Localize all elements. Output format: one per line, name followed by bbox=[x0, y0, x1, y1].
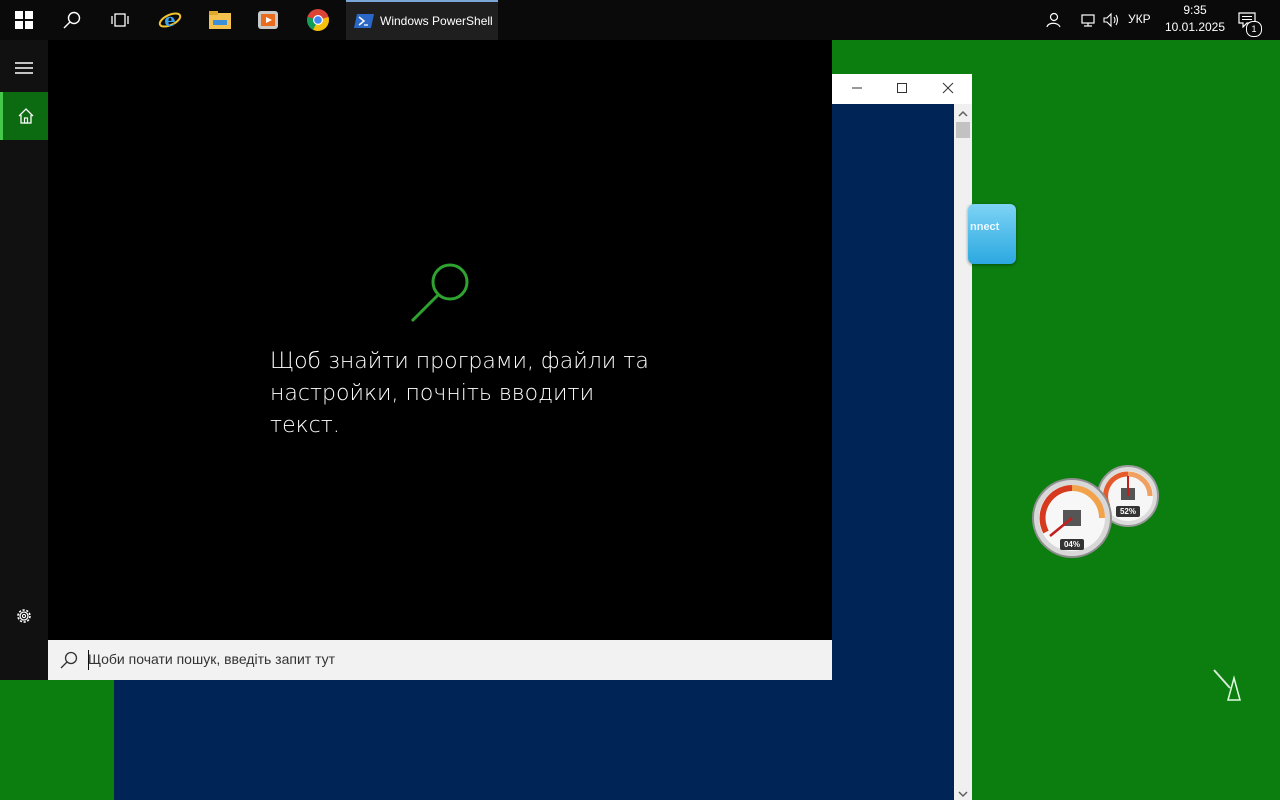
start-button[interactable] bbox=[0, 0, 48, 40]
start-menu-rail bbox=[0, 40, 48, 680]
close-icon bbox=[942, 82, 954, 94]
scrollbar-thumb[interactable] bbox=[956, 122, 970, 138]
task-view-icon bbox=[111, 13, 129, 27]
task-view-button[interactable] bbox=[96, 0, 144, 40]
settings-button[interactable] bbox=[0, 592, 48, 640]
connect-widget-label: nnect bbox=[970, 221, 1000, 233]
file-explorer-icon bbox=[209, 11, 231, 29]
chrome-icon bbox=[307, 9, 329, 31]
home-button[interactable] bbox=[0, 92, 48, 140]
search-input[interactable]: Щоби почати пошук, введіть запит тут bbox=[88, 651, 335, 667]
search-hint-text: Щоб знайти програми, файли та настройки,… bbox=[270, 349, 649, 438]
system-gauges-gadget[interactable]: 52% 04% bbox=[1030, 462, 1160, 562]
search-icon bbox=[63, 11, 81, 29]
taskbar-app-label: Windows PowerShell bbox=[380, 14, 493, 28]
close-button[interactable] bbox=[928, 76, 968, 100]
cpu-gauge-label: 04% bbox=[1064, 540, 1080, 549]
minimize-icon bbox=[852, 87, 862, 89]
cpu-gauge: 04% bbox=[1032, 478, 1112, 558]
chrome-button[interactable] bbox=[294, 0, 342, 40]
taskbar-search-button[interactable] bbox=[48, 0, 96, 40]
expand-menu-button[interactable] bbox=[0, 44, 48, 92]
home-icon bbox=[18, 108, 33, 124]
taskbar: e Windows PowerShell УКР 9:35 10.01.2025… bbox=[0, 0, 1280, 40]
people-button[interactable] bbox=[1040, 0, 1066, 40]
internet-explorer-icon: e bbox=[158, 10, 182, 31]
file-explorer-button[interactable] bbox=[196, 0, 244, 40]
windows-logo-icon bbox=[15, 11, 33, 29]
clock-date: 10.01.2025 bbox=[1164, 20, 1226, 34]
media-player-icon bbox=[258, 11, 278, 29]
clock[interactable]: 9:35 10.01.2025 bbox=[1162, 2, 1228, 36]
hamburger-icon bbox=[15, 62, 33, 74]
network-button[interactable] bbox=[1078, 0, 1100, 40]
connect-widget[interactable]: nnect bbox=[968, 204, 1016, 264]
input-language-indicator[interactable]: УКР bbox=[1128, 12, 1151, 26]
svg-text:e: e bbox=[164, 10, 175, 31]
search-icon bbox=[60, 651, 78, 669]
maximize-icon bbox=[897, 83, 907, 93]
search-results-pane: Щоб знайти програми, файли та настройки,… bbox=[48, 40, 832, 640]
powershell-icon bbox=[354, 14, 374, 28]
volume-icon bbox=[1103, 12, 1119, 28]
memory-gauge-label: 52% bbox=[1120, 507, 1136, 516]
volume-button[interactable] bbox=[1100, 0, 1124, 40]
minimize-button[interactable] bbox=[837, 76, 877, 100]
notification-count-badge: 1 bbox=[1246, 21, 1262, 37]
internet-explorer-button[interactable]: e bbox=[146, 0, 194, 40]
settings-icon bbox=[17, 609, 31, 623]
network-icon bbox=[1081, 14, 1095, 27]
taskbar-app-powershell[interactable]: Windows PowerShell bbox=[346, 0, 498, 40]
search-box[interactable]: Щоби почати пошук, введіть запит тут bbox=[48, 640, 832, 680]
recycle-bin-icon[interactable] bbox=[1210, 666, 1250, 706]
media-player-button[interactable] bbox=[244, 0, 292, 40]
clock-time: 9:35 bbox=[1183, 3, 1207, 17]
maximize-button[interactable] bbox=[882, 76, 922, 100]
search-illustration-icon bbox=[410, 263, 469, 323]
people-icon bbox=[1046, 12, 1061, 28]
